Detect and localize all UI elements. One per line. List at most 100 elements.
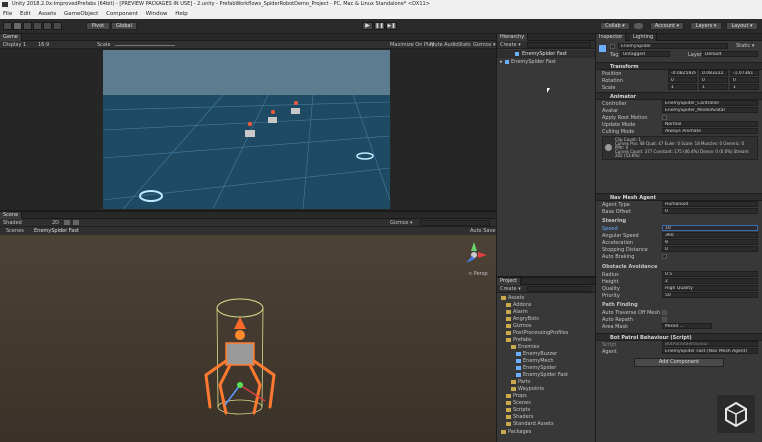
project-tree-item-props[interactable]: Props — [506, 393, 527, 399]
project-tree-item-angrybots[interactable]: AngryBots — [506, 316, 539, 322]
project-tree-item-enemies[interactable]: Enemies — [511, 344, 539, 350]
scale-z-field[interactable]: 1 — [730, 84, 759, 90]
animator-header[interactable]: Animator — [596, 92, 762, 100]
auto-braking-checkbox[interactable] — [662, 254, 667, 259]
project-tree-item-postprocessing[interactable]: PostProcessingProfiles — [506, 330, 568, 336]
cloud-icon[interactable] — [634, 23, 643, 29]
global-button[interactable]: Global — [111, 22, 137, 30]
rotate-tool-icon[interactable] — [23, 22, 32, 30]
maximize-on-play-toggle[interactable]: Maximize On Play — [390, 42, 434, 48]
rotation-x-field[interactable]: 0 — [668, 77, 697, 83]
project-tree-item-gizmos[interactable]: Gizmos — [506, 323, 531, 329]
object-name-field[interactable]: EnemySpider — [618, 43, 728, 49]
pause-button[interactable]: ❚❚ — [374, 22, 385, 30]
menu-window[interactable]: Window — [146, 11, 168, 17]
menu-help[interactable]: Help — [175, 11, 188, 17]
agent-field[interactable]: EnemySpider Fast (Nav Mesh Agent) — [662, 348, 758, 354]
layer-select[interactable]: Default — [702, 51, 758, 57]
menu-file[interactable]: File — [3, 11, 12, 17]
position-x-field[interactable]: -0.0825929 — [668, 70, 697, 76]
auto-repath-checkbox[interactable] — [662, 317, 667, 322]
object-active-checkbox[interactable] — [610, 44, 615, 49]
collab-button[interactable]: Collab ▾ — [600, 22, 630, 30]
stats-toggle[interactable]: Stats — [458, 42, 471, 48]
menu-component[interactable]: Component — [106, 11, 138, 17]
radius-field[interactable]: 0.5 — [662, 271, 758, 277]
hand-tool-icon[interactable] — [3, 22, 12, 30]
layout-button[interactable]: Layout ▾ — [726, 22, 758, 30]
hierarchy-create-button[interactable]: Create ▾ — [500, 42, 521, 48]
update-mode-select[interactable]: Normal — [662, 121, 758, 127]
project-tree-item-addons[interactable]: Addons — [506, 302, 532, 308]
hierarchy-root-row[interactable]: EnemySpider Fast — [497, 50, 595, 58]
breadcrumb-scenes[interactable]: Scenes — [6, 228, 24, 234]
project-tree-item-parts[interactable]: Parts — [511, 379, 530, 385]
display-select[interactable]: Display 1 — [3, 42, 26, 48]
menu-edit[interactable]: Edit — [20, 11, 31, 17]
tab-lighting[interactable]: Lighting — [630, 34, 658, 41]
move-tool-icon[interactable] — [13, 22, 22, 30]
project-tree-item-packages[interactable]: Packages — [501, 429, 531, 435]
project-tree-item-enemymech[interactable]: EnemyMech — [516, 358, 554, 364]
project-search-input[interactable] — [527, 286, 591, 292]
tab-hierarchy[interactable]: Hierarchy — [497, 34, 529, 41]
play-button[interactable]: ▶ — [362, 22, 373, 30]
menu-assets[interactable]: Assets — [38, 11, 56, 17]
hierarchy-item-row[interactable]: ▸ EnemySpider Fast — [497, 58, 595, 66]
project-tree-item-standard-assets[interactable]: Standard Assets — [506, 421, 554, 427]
area-mask-select[interactable]: Mixed ... — [662, 323, 712, 329]
tag-select[interactable]: Untagged — [620, 51, 670, 57]
animator-avatar-field[interactable]: EnemySpider_ModelAvatar — [662, 107, 758, 113]
lighting-toggle-icon[interactable] — [64, 220, 70, 225]
scale-slider[interactable] — [115, 45, 175, 46]
auto-save-toggle[interactable]: Auto Save — [470, 228, 495, 234]
project-tree-item-scenes[interactable]: Scenes — [506, 400, 531, 406]
auto-traverse-checkbox[interactable] — [662, 310, 667, 315]
persp-label[interactable]: < Persp — [468, 271, 488, 277]
scene-gizmos-menu[interactable]: Gizmos ▾ — [390, 220, 413, 226]
transform-tool-icon[interactable] — [53, 22, 62, 30]
scale-x-field[interactable]: 1 — [668, 84, 697, 90]
audio-toggle-icon[interactable] — [73, 220, 79, 225]
project-tree-item-enemybuzzer[interactable]: EnemyBuzzer — [516, 351, 557, 357]
scene-orientation-gizmo[interactable] — [460, 241, 488, 269]
step-button[interactable]: ▶❚ — [386, 22, 397, 30]
acceleration-field[interactable]: 8 — [662, 239, 758, 245]
scene-viewport[interactable]: < Persp — [0, 235, 496, 442]
tab-project[interactable]: Project — [497, 278, 522, 285]
project-tree-item-enemyspider-fast[interactable]: EnemySpider Fast — [516, 372, 568, 378]
angular-speed-field[interactable]: 360 — [662, 232, 758, 238]
game-gizmos-menu[interactable]: Gizmos ▾ — [473, 42, 496, 48]
speed-field[interactable]: 10 — [662, 225, 758, 231]
project-tree-item-scripts[interactable]: Scripts — [506, 407, 530, 413]
tab-game[interactable]: Game — [0, 34, 22, 41]
aspect-select[interactable]: 16:9 — [38, 42, 49, 48]
rotation-y-field[interactable]: 0 — [699, 77, 728, 83]
2d-toggle[interactable]: 2D — [52, 220, 59, 226]
animator-controller-field[interactable]: EnemySpider_Controller — [662, 100, 758, 106]
base-offset-field[interactable]: 0 — [662, 208, 758, 214]
position-z-field[interactable]: -1.07361 — [730, 70, 759, 76]
project-create-button[interactable]: Create ▾ — [500, 286, 521, 292]
pivot-button[interactable]: Pivot — [86, 22, 110, 30]
scene-search-input[interactable] — [420, 220, 490, 226]
transform-header[interactable]: Transform — [596, 62, 762, 70]
height-field[interactable]: 2 — [662, 278, 758, 284]
static-toggle[interactable]: Static ▾ — [736, 43, 754, 49]
nav-mesh-agent-header[interactable]: Nav Mesh Agent — [596, 193, 762, 201]
rotation-z-field[interactable]: 0 — [730, 77, 759, 83]
apply-root-motion-checkbox[interactable] — [662, 115, 667, 120]
foldout-icon[interactable]: ▸ — [500, 59, 503, 65]
quality-select[interactable]: High Quality — [662, 285, 758, 291]
priority-field[interactable]: 50 — [662, 292, 758, 298]
breadcrumb-prefab[interactable]: EnemySpider Fast — [34, 228, 79, 234]
agent-type-select[interactable]: Humanoid — [662, 201, 758, 207]
position-y-field[interactable]: 0.083222 — [699, 70, 728, 76]
project-tree-item-prefabs[interactable]: Prefabs — [506, 337, 532, 343]
project-tree-item-assets[interactable]: Assets — [501, 295, 524, 301]
project-tree-item-alarm[interactable]: Alarm — [506, 309, 528, 315]
rect-tool-icon[interactable] — [43, 22, 52, 30]
tab-scene[interactable]: Scene — [0, 212, 23, 219]
project-tree-item-waypoints[interactable]: Waypoints — [511, 386, 544, 392]
shading-mode-select[interactable]: Shaded — [3, 220, 22, 226]
